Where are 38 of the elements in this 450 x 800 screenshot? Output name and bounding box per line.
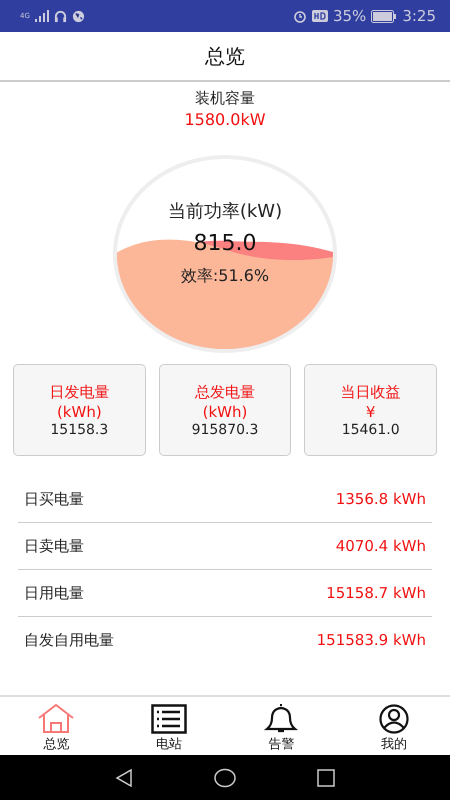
row-label: 日卖电量 bbox=[24, 536, 84, 556]
bell-icon bbox=[264, 704, 298, 734]
hd-icon bbox=[312, 10, 328, 22]
alarm-icon bbox=[292, 9, 307, 23]
card-unit: (kWh) bbox=[202, 402, 248, 420]
row-label: 日买电量 bbox=[24, 490, 84, 508]
back-icon[interactable] bbox=[114, 768, 134, 788]
card-unit: (kWh) bbox=[56, 402, 102, 420]
card-value: 15158.3 bbox=[50, 422, 108, 438]
row-value: 151583.9 kWh bbox=[316, 631, 426, 649]
row-value: 4070.4 kWh bbox=[336, 537, 426, 555]
gauge-value: 815.0 bbox=[194, 231, 256, 256]
row-label: 自发自用电量 bbox=[24, 630, 114, 650]
globe-icon bbox=[72, 10, 85, 22]
card-value: 915870.3 bbox=[192, 422, 258, 438]
row-label: 日用电量 bbox=[24, 584, 84, 602]
row-value: 15158.7 kWh bbox=[326, 584, 426, 602]
efficiency-text: 效率:51.6% bbox=[180, 266, 270, 287]
card-value: 15461.0 bbox=[342, 422, 400, 438]
capacity-label: 装机容量 bbox=[195, 89, 255, 108]
user-icon bbox=[378, 704, 410, 734]
capacity-value: 1580.0kW bbox=[184, 110, 266, 129]
card-label: 当日收益 bbox=[340, 382, 401, 402]
clock: 3:25 bbox=[402, 7, 436, 25]
row-value: 1356.8 kWh bbox=[336, 490, 426, 508]
list-icon bbox=[150, 704, 187, 734]
page-title: 总览 bbox=[205, 42, 245, 70]
home-icon bbox=[37, 704, 76, 734]
signal-icon bbox=[34, 10, 49, 22]
home-button-icon[interactable] bbox=[214, 768, 236, 788]
card-unit: ¥ bbox=[366, 402, 376, 420]
recents-icon[interactable] bbox=[316, 768, 336, 788]
card-label: 总发电量 bbox=[194, 382, 255, 402]
card-label: 日发电量 bbox=[49, 382, 110, 402]
gauge-title: 当前功率(kW) bbox=[168, 200, 282, 223]
battery-icon bbox=[371, 10, 398, 22]
battery-percent: 35% bbox=[332, 7, 366, 25]
headset-icon bbox=[54, 10, 67, 22]
